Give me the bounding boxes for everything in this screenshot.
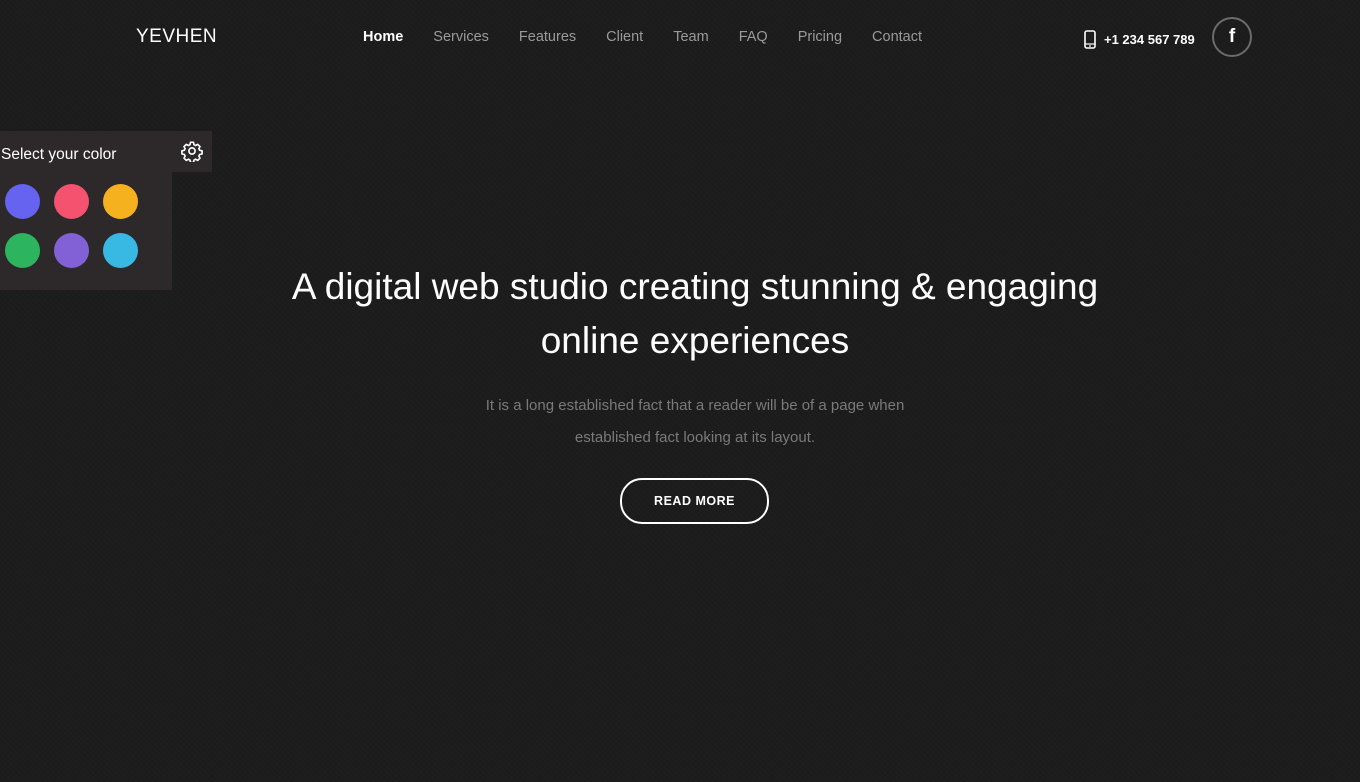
- color-swatch-pink[interactable]: [54, 184, 89, 219]
- color-swatch-cyan[interactable]: [103, 233, 138, 268]
- phone-number: +1 234 567 789: [1104, 32, 1195, 47]
- header-phone: +1 234 567 789: [1083, 30, 1195, 49]
- nav-home[interactable]: Home: [348, 28, 418, 46]
- color-swatch-blue[interactable]: [5, 184, 40, 219]
- site-logo[interactable]: YEVHEN: [136, 26, 217, 48]
- nav-pricing[interactable]: Pricing: [783, 28, 857, 46]
- color-swatch-green[interactable]: [5, 233, 40, 268]
- gear-icon[interactable]: [181, 140, 203, 164]
- color-swatch-yellow[interactable]: [103, 184, 138, 219]
- hero-description: It is a long established fact that a rea…: [420, 390, 970, 454]
- hero-title-line-2: online experiences: [540, 320, 850, 361]
- mobile-phone-icon: [1083, 30, 1097, 49]
- nav-faq[interactable]: FAQ: [724, 28, 783, 46]
- nav-contact[interactable]: Contact: [857, 28, 937, 46]
- hero-description-line-2: established fact looking at its layout.: [574, 429, 816, 446]
- nav-services[interactable]: Services: [418, 28, 504, 46]
- hero-title-line-1: A digital web studio creating stunning &…: [291, 266, 1099, 307]
- color-swatch-purple[interactable]: [54, 233, 89, 268]
- hero-title: A digital web studio creating stunning &…: [180, 260, 1210, 368]
- hero-description-line-1: It is a long established fact that a rea…: [485, 397, 905, 414]
- facebook-button[interactable]: f: [1212, 17, 1252, 57]
- nav-team[interactable]: Team: [658, 28, 723, 46]
- nav-features[interactable]: Features: [504, 28, 591, 46]
- main-nav: Home Services Features Client Team FAQ P…: [348, 28, 937, 46]
- nav-client[interactable]: Client: [591, 28, 658, 46]
- color-switcher-title: Select your color: [1, 146, 117, 163]
- read-more-button[interactable]: READ MORE: [620, 478, 769, 524]
- facebook-icon: f: [1228, 26, 1236, 47]
